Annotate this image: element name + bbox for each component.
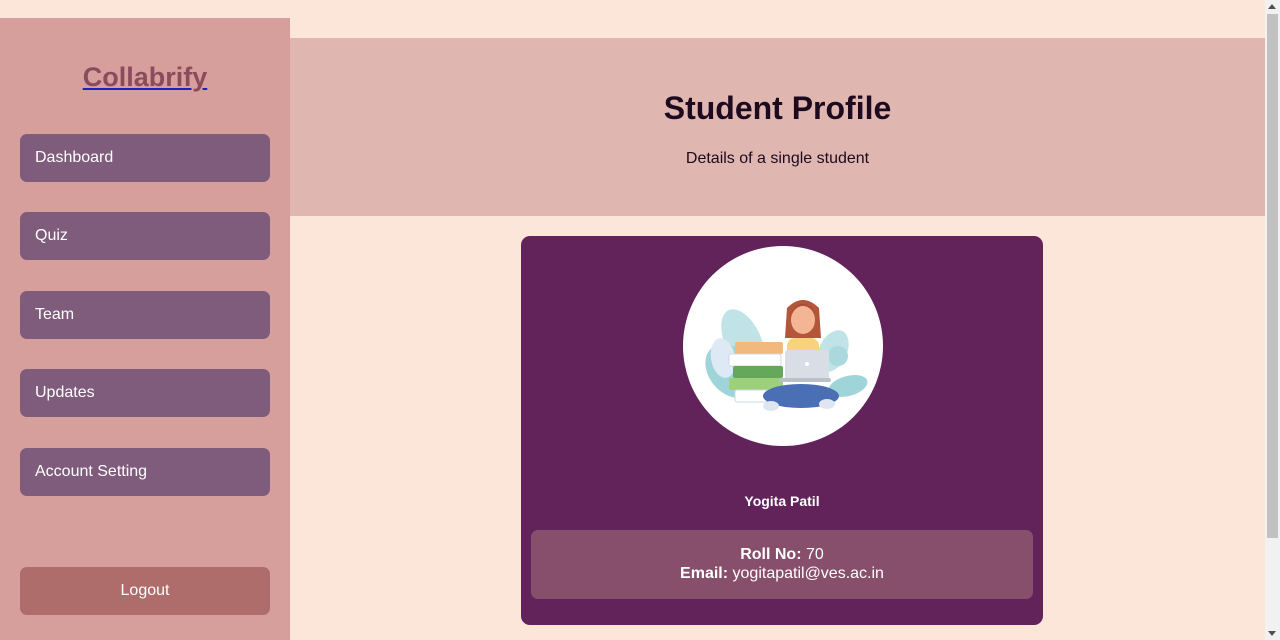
student-name: Yogita Patil <box>744 493 820 509</box>
logout-button[interactable]: Logout <box>20 567 270 615</box>
page-title: Student Profile <box>663 90 892 126</box>
sidebar-item-label: Account Setting <box>35 463 148 480</box>
sidebar-item-label: Dashboard <box>35 149 114 166</box>
sidebar-item-label: Quiz <box>35 227 68 244</box>
roll-number-value: 70 <box>805 546 824 563</box>
sidebar-item-account-setting[interactable]: Account Setting <box>20 448 270 496</box>
student-info-box: Roll No: 70 Email: yogitapatil@ves.ac.in <box>531 530 1033 599</box>
sidebar: Collabrify Dashboard Quiz Team Updates A… <box>0 18 290 640</box>
email-value: yogitapatil@ves.ac.in <box>732 565 884 582</box>
vertical-scrollbar[interactable] <box>1265 0 1280 640</box>
profile-card: Yogita Patil Roll No: 70 Email: yogitapa… <box>521 236 1043 625</box>
sidebar-item-label: Team <box>35 306 75 323</box>
page-header: Student Profile Details of a single stud… <box>290 38 1265 216</box>
sidebar-item-quiz[interactable]: Quiz <box>20 212 270 260</box>
email-row: Email: yogitapatil@ves.ac.in <box>531 564 1033 583</box>
roll-number-row: Roll No: 70 <box>531 545 1033 564</box>
email-label: Email: <box>680 565 729 582</box>
avatar <box>683 246 883 446</box>
sidebar-item-updates[interactable]: Updates <box>20 369 270 417</box>
student-with-laptop-illustration-icon <box>705 300 868 411</box>
scrollbar-thumb[interactable] <box>1267 14 1278 538</box>
scroll-up-arrow-icon[interactable] <box>1268 4 1276 9</box>
sidebar-item-label: Updates <box>35 384 95 401</box>
sidebar-item-dashboard[interactable]: Dashboard <box>20 134 270 182</box>
scroll-down-arrow-icon[interactable] <box>1268 631 1276 636</box>
logo-link[interactable]: Collabrify <box>0 62 290 93</box>
sidebar-item-team[interactable]: Team <box>20 291 270 339</box>
page-subtitle: Details of a single student <box>685 150 870 167</box>
roll-number-label: Roll No: <box>740 546 802 563</box>
